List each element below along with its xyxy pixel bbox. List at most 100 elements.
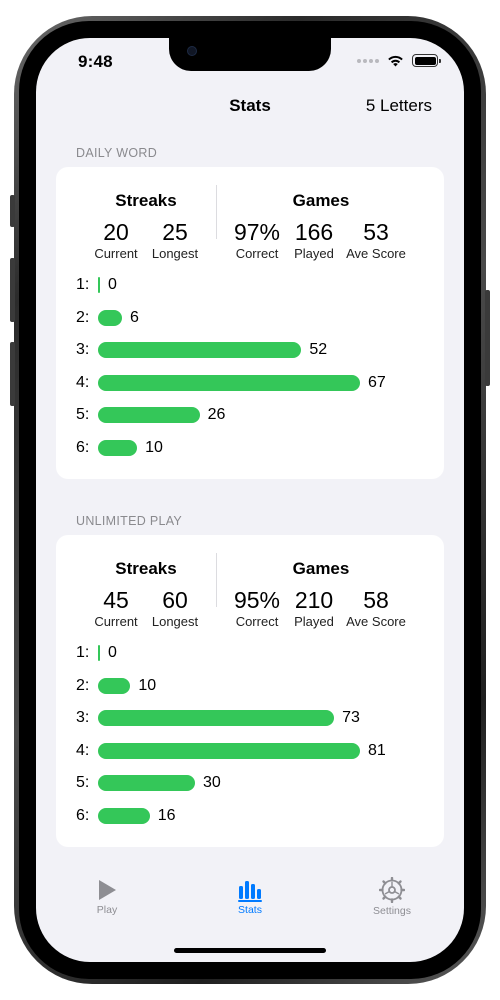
tab-settings-label: Settings [373,905,411,917]
app-screen: 9:48 Stats 5 Letters DAILY WORD Streaks … [36,38,464,962]
distribution-row: 2: 10 [76,676,360,696]
current-streak: 20 Current [94,219,138,261]
distribution-row: 5: 26 [76,405,360,425]
distribution-count: 67 [368,373,386,391]
distribution-bar [98,710,335,727]
stats-divider [216,185,217,239]
distribution-row: 6: 10 [76,438,360,458]
distribution-bar [98,309,122,326]
games-played: 166 Played [294,219,334,261]
distribution-row: 2: 6 [76,308,360,328]
distribution-bar [98,645,100,661]
distribution-count: 0 [108,276,117,293]
distribution-bar-track: 30 [98,774,360,792]
stats-divider [216,553,217,607]
distribution-row: 4: 81 [76,741,386,761]
games-played: 210 Played [294,587,334,629]
distribution-row: 5: 30 [76,773,360,793]
distribution-bar-track: 52 [98,342,360,359]
cellular-signal-icon [357,58,379,63]
distribution-row: 3: 73 [76,708,360,728]
distribution-count: 30 [203,774,221,792]
distribution-bar [98,742,360,759]
distribution-bar-track: 73 [98,709,360,727]
distribution-guess-label: 5: [76,774,90,792]
distribution-bar [98,407,200,424]
correct-percentage: 95% Correct [233,587,281,629]
distribution-bar-track: 67 [98,374,386,391]
distribution-guess-label: 5: [76,406,90,424]
distribution-guess-label: 6: [76,439,90,456]
distribution-row: 1: 0 [76,643,360,663]
distribution-count: 10 [145,439,163,456]
current-streak: 45 Current [94,587,138,629]
distribution-row: 4: 67 [76,373,386,393]
notch [169,38,331,71]
wifi-icon [388,55,403,67]
battery-icon [412,54,441,67]
distribution-bar-track: 26 [98,406,360,424]
streaks-title: Streaks [115,559,177,578]
distribution-count: 6 [130,308,139,326]
unlimited-play-card: Streaks Games 45 Current 60 Longest 95% … [56,535,444,847]
distribution-bar-track: 10 [98,440,360,456]
distribution-bar [98,677,131,694]
distribution-bar-track: 0 [98,645,360,661]
tab-settings[interactable]: Settings [342,877,442,917]
average-score: 53 Ave Score [346,219,406,261]
correct-percentage: 97% Correct [233,219,281,261]
home-indicator [174,948,326,953]
games-title: Games [292,559,350,578]
tab-play-label: Play [96,904,118,916]
distribution-count: 10 [138,676,157,694]
power-button [485,290,490,386]
distribution-bar-track: 0 [98,277,360,293]
tab-bar: Play Stats Settings [36,877,464,938]
distribution-bar [98,808,150,824]
distribution-guess-label: 1: [76,276,90,293]
gear-icon [379,877,405,903]
longest-streak: 25 Longest [151,219,199,261]
distribution-bar-track: 6 [98,308,360,326]
longest-streak: 60 Longest [151,587,199,629]
distribution-bar [98,440,138,456]
distribution-guess-label: 3: [76,341,90,359]
volume-up-button [10,258,15,322]
distribution-row: 1: 0 [76,275,360,295]
distribution-row: 3: 52 [76,340,360,360]
distribution-bar [98,277,100,293]
distribution-bar [98,342,302,359]
distribution-count: 81 [368,741,386,759]
games-title: Games [292,191,350,210]
distribution-count: 26 [207,406,226,424]
section-header-unlimited-play: UNLIMITED PLAY [76,514,183,528]
bar-chart-icon [238,881,262,902]
distribution-bar-track: 81 [98,742,386,759]
status-icons [357,54,441,67]
distribution-count: 73 [342,709,360,727]
distribution-guess-label: 2: [76,676,90,694]
play-icon [99,880,116,900]
volume-down-button [10,342,15,406]
distribution-count: 0 [108,644,117,661]
distribution-guess-label: 6: [76,807,90,824]
distribution-bar [98,775,196,792]
front-camera [187,46,197,56]
tab-stats-label: Stats [238,904,262,916]
distribution-row: 6: 16 [76,806,360,826]
tab-play[interactable]: Play [57,878,157,916]
section-header-daily-word: DAILY WORD [76,146,158,160]
tab-stats[interactable]: Stats [200,878,300,916]
distribution-count: 16 [157,807,176,824]
distribution-guess-label: 4: [76,741,90,759]
average-score: 58 Ave Score [346,587,406,629]
distribution-guess-label: 3: [76,709,90,727]
distribution-bar-track: 10 [98,676,360,694]
distribution-guess-label: 1: [76,644,90,661]
word-length-button[interactable]: 5 Letters [366,96,432,116]
daily-word-card: Streaks Games 20 Current 25 Longest 97% … [56,167,444,479]
distribution-bar-track: 16 [98,808,360,824]
streaks-title: Streaks [115,191,177,210]
status-time: 9:48 [78,52,113,71]
distribution-guess-label: 4: [76,373,90,391]
